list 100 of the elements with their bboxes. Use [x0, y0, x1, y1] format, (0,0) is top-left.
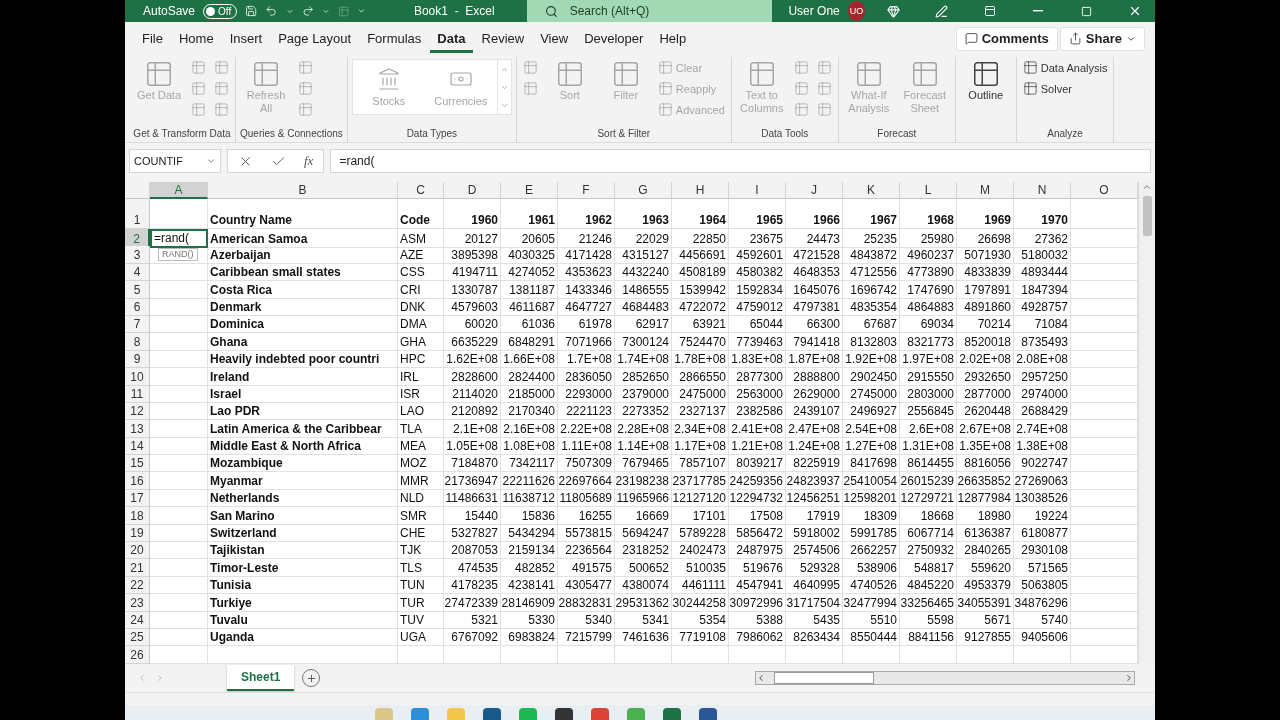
table-cell: 5388 — [729, 611, 786, 629]
menu-tab[interactable]: File — [135, 24, 170, 53]
table-cell: 23198238 — [615, 472, 672, 490]
app-icon[interactable] — [663, 708, 681, 720]
scroll-left-icon[interactable] — [756, 673, 766, 683]
ribbon-button[interactable]: Data Analysis — [1020, 57, 1110, 78]
search-field[interactable]: Search (Alt+Q) — [526, 0, 773, 22]
table-cell: 8735493 — [1014, 333, 1071, 351]
redo-icon[interactable] — [301, 4, 314, 18]
table-cell: 1968 — [900, 199, 957, 229]
table-cell: 1433346 — [558, 281, 615, 299]
column-header[interactable]: B — [208, 182, 398, 199]
column-header[interactable]: A — [150, 182, 208, 199]
table-cell: 7300124 — [615, 333, 672, 351]
column-header[interactable]: I — [729, 182, 786, 199]
user-avatar[interactable]: UO — [847, 1, 866, 21]
menu-tab[interactable]: Home — [171, 24, 221, 53]
row-header[interactable]: 8 — [125, 333, 150, 351]
row-header[interactable]: 10 — [125, 368, 150, 386]
menu-tab[interactable]: Data — [430, 24, 473, 53]
table-cell: 2185000 — [501, 385, 558, 403]
menu-tab[interactable]: Review — [474, 24, 532, 53]
table-icon — [298, 60, 313, 75]
table-cell: 1964 — [672, 199, 729, 229]
scroll-up-icon[interactable] — [1142, 182, 1152, 192]
next-sheet-icon[interactable] — [155, 673, 165, 683]
table-cell: 34055391 — [957, 594, 1014, 612]
app-icon[interactable] — [555, 708, 573, 720]
table-cell: Costa Rica — [208, 281, 398, 299]
column-header[interactable]: F — [558, 182, 615, 199]
row-header[interactable]: 5 — [125, 281, 150, 299]
customize-icon[interactable] — [357, 6, 366, 16]
select-all-corner[interactable] — [125, 182, 150, 199]
menu-tab[interactable]: Help — [652, 24, 694, 53]
undo-icon[interactable] — [265, 4, 278, 18]
previous-sheet-icon[interactable] — [137, 673, 147, 683]
menu-tab[interactable]: Insert — [222, 24, 270, 53]
table-cell: Ghana — [208, 333, 398, 351]
menu-tab[interactable]: Developer — [577, 24, 651, 53]
scrollbar-thumb[interactable] — [1142, 196, 1152, 236]
row-header[interactable]: 3 — [125, 246, 150, 264]
column-header[interactable]: E — [501, 182, 558, 199]
scrollbar-thumb[interactable] — [774, 672, 874, 684]
table-cell: 1.08E+08 — [501, 437, 558, 456]
app-icon[interactable] — [483, 708, 501, 720]
table-cell: 17101 — [672, 507, 729, 525]
table-cell: 4611687 — [501, 298, 558, 316]
table-cell: 62917 — [615, 315, 672, 334]
column-header[interactable]: C — [398, 182, 444, 199]
row-header[interactable]: 23 — [125, 594, 150, 612]
table-cell: 4721528 — [786, 246, 843, 264]
table-cell: 6983824 — [501, 629, 558, 647]
table-icon[interactable] — [337, 4, 350, 18]
group-label: Queries & Connections — [240, 127, 343, 141]
comments-button[interactable]: Comments — [955, 26, 1058, 51]
table-cell: 1539942 — [672, 281, 729, 299]
horizontal-scrollbar[interactable] — [755, 671, 1135, 685]
save-icon[interactable] — [245, 4, 258, 18]
row-header[interactable]: 18 — [125, 507, 150, 525]
table-cell: 2318252 — [615, 542, 672, 560]
app-icon[interactable] — [699, 708, 717, 720]
row-header[interactable]: 15 — [125, 455, 150, 473]
column-header[interactable]: L — [900, 182, 957, 199]
menu-tab[interactable]: View — [533, 24, 576, 53]
column-header[interactable]: K — [843, 182, 900, 199]
table-cell: 5435 — [786, 611, 843, 629]
row-header[interactable]: 26 — [125, 646, 150, 664]
row-header[interactable]: 20 — [125, 542, 150, 560]
table-cell: 4380074 — [615, 576, 672, 595]
table-cell: Turkiye — [208, 594, 398, 612]
row-header[interactable]: 21 — [125, 559, 150, 577]
table-cell: 4684483 — [615, 298, 672, 316]
column-header[interactable]: G — [615, 182, 672, 199]
column-header[interactable]: O — [1071, 182, 1138, 199]
sheet-tab[interactable]: Sheet1 — [227, 665, 295, 691]
table-cell: TLS — [398, 559, 444, 577]
table-cell: 4592601 — [729, 246, 786, 264]
bank-icon — [376, 67, 401, 91]
row-header[interactable]: 16 — [125, 472, 150, 490]
menu-tab[interactable]: Page Layout — [271, 24, 359, 53]
row-header[interactable]: 1 — [125, 199, 150, 229]
formula-field[interactable]: =rand( — [330, 149, 1151, 173]
table-cell: TLA — [398, 420, 444, 438]
insert-function-button[interactable]: fx — [304, 153, 314, 169]
column-header[interactable]: D — [444, 182, 501, 199]
ribbon-button[interactable]: Solver — [1020, 78, 1110, 99]
table-cell: Mozambique — [208, 455, 398, 473]
share-button[interactable]: Share — [1059, 26, 1145, 51]
ribbon-button[interactable]: Outline — [959, 57, 1012, 104]
row-header[interactable]: 13 — [125, 420, 150, 438]
table-cell: 67687 — [843, 315, 900, 334]
column-header[interactable]: J — [786, 182, 843, 199]
column-header[interactable]: H — [672, 182, 729, 199]
table-cell: 2.67E+08 — [957, 420, 1014, 438]
name-box[interactable]: COUNTIF — [129, 149, 221, 173]
column-header[interactable]: M — [957, 182, 1014, 199]
column-header[interactable]: N — [1014, 182, 1071, 199]
menu-tab[interactable]: Formulas — [360, 24, 429, 53]
scroll-right-icon[interactable] — [1124, 673, 1134, 683]
table-cell: 1645076 — [786, 281, 843, 299]
